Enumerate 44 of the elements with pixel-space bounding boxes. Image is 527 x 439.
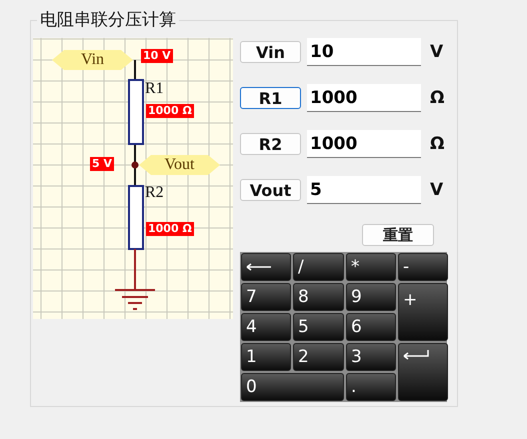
- resistor-label: R2: [145, 184, 164, 202]
- ground-symbol: [115, 249, 155, 310]
- enter-key[interactable]: [398, 343, 448, 401]
- value-button[interactable]: R2: [240, 133, 301, 155]
- keypad-key[interactable]: -: [398, 253, 448, 281]
- input-field[interactable]: 5: [307, 176, 421, 204]
- keypad-key[interactable]: 2: [293, 343, 344, 371]
- keypad-key[interactable]: 6: [346, 313, 396, 341]
- value-button[interactable]: R1: [240, 87, 301, 109]
- keypad-key[interactable]: 4: [241, 313, 291, 341]
- value-button[interactable]: Vout: [240, 179, 301, 201]
- input-field[interactable]: 1000: [307, 130, 421, 158]
- voltage-reading: 5 V: [90, 157, 114, 171]
- reset-button[interactable]: 重置: [362, 224, 434, 246]
- input-field[interactable]: 10: [307, 38, 421, 66]
- keypad-key[interactable]: 0: [241, 373, 344, 401]
- input-field[interactable]: 1000: [307, 84, 421, 112]
- resistor-symbol: [128, 79, 144, 145]
- keypad-key[interactable]: 5: [293, 313, 344, 341]
- backspace-key[interactable]: [241, 253, 291, 281]
- unit-label: Ω: [430, 88, 444, 108]
- keypad-key[interactable]: 9: [346, 283, 396, 311]
- resistor-symbol: [128, 185, 144, 250]
- keypad-key[interactable]: 1: [241, 343, 291, 371]
- resistance-reading: 1000 Ω: [146, 104, 194, 118]
- resistor-label: R1: [145, 80, 164, 98]
- keypad-key[interactable]: 7: [241, 283, 291, 311]
- return-arrow-icon: [403, 350, 429, 360]
- net-label: Vin: [52, 50, 133, 70]
- resistance-reading: 1000 Ω: [146, 222, 194, 236]
- voltage-reading: 10 V: [141, 49, 173, 63]
- keypad-key[interactable]: 3: [346, 343, 396, 371]
- arrow-left-icon: [246, 263, 272, 271]
- net-label: Vout: [139, 155, 220, 175]
- keypad-key[interactable]: /: [293, 253, 344, 281]
- keypad-key[interactable]: .: [346, 373, 396, 401]
- unit-label: Ω: [430, 134, 444, 154]
- keypad-key[interactable]: 8: [293, 283, 344, 311]
- unit-label: V: [430, 180, 444, 200]
- junction-dot: [132, 162, 138, 168]
- keypad-key[interactable]: *: [346, 253, 396, 281]
- value-button[interactable]: Vin: [240, 41, 301, 63]
- keypad-key[interactable]: +: [398, 283, 448, 341]
- unit-label: V: [430, 42, 444, 62]
